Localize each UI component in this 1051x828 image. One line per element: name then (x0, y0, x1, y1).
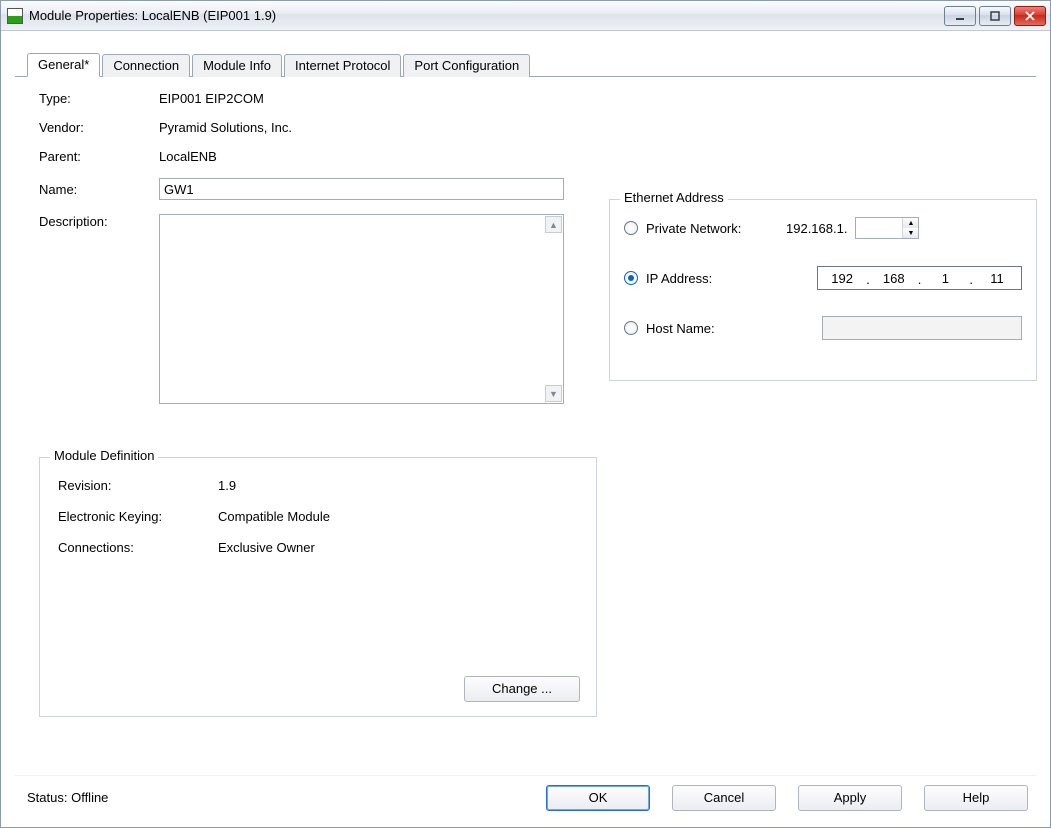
parent-value: LocalENB (159, 149, 217, 164)
description-label: Description: (39, 214, 159, 229)
ip-octet-1[interactable] (818, 267, 866, 289)
name-input[interactable] (159, 178, 564, 200)
radio-ip-address[interactable] (624, 271, 638, 285)
tab-port-configuration[interactable]: Port Configuration (403, 54, 530, 77)
spinner-up-button[interactable]: ▲ (903, 218, 918, 228)
change-button[interactable]: Change ... (464, 676, 580, 702)
private-network-spinner: ▲ ▼ (855, 217, 919, 239)
tab-connection[interactable]: Connection (102, 54, 190, 77)
ethernet-address-legend: Ethernet Address (620, 190, 728, 205)
client-area: General* Connection Module Info Internet… (1, 31, 1050, 827)
general-info: Type: EIP001 EIP2COM Vendor: Pyramid Sol… (39, 91, 599, 418)
tab-strip: General* Connection Module Info Internet… (15, 51, 1036, 77)
electronic-keying-value: Compatible Module (218, 509, 330, 524)
private-network-label: Private Network: (646, 221, 786, 236)
status-text: Status: Offline (23, 790, 524, 805)
name-label: Name: (39, 182, 159, 197)
tab-general[interactable]: General* (27, 53, 100, 77)
connections-value: Exclusive Owner (218, 540, 315, 555)
spinner-down-button[interactable]: ▼ (903, 228, 918, 238)
vendor-value: Pyramid Solutions, Inc. (159, 120, 292, 135)
parent-label: Parent: (39, 149, 159, 164)
dialog-footer: Status: Offline OK Cancel Apply Help (15, 775, 1036, 819)
module-properties-window: Module Properties: LocalENB (EIP001 1.9)… (0, 0, 1051, 828)
maximize-icon (990, 11, 1000, 21)
module-definition-group: Module Definition Revision: 1.9 Electron… (39, 457, 597, 717)
help-button[interactable]: Help (924, 785, 1028, 811)
close-button[interactable] (1014, 6, 1046, 26)
revision-value: 1.9 (218, 478, 236, 493)
description-field-wrap: ▲ ▼ (159, 214, 564, 404)
type-value: EIP001 EIP2COM (159, 91, 264, 106)
tab-body: Type: EIP001 EIP2COM Vendor: Pyramid Sol… (15, 77, 1036, 775)
radio-private-network[interactable] (624, 221, 638, 235)
ip-octet-4[interactable] (973, 267, 1021, 289)
ok-button[interactable]: OK (546, 785, 650, 811)
window-buttons (944, 6, 1046, 26)
close-icon (1025, 11, 1035, 21)
private-network-octet-input[interactable] (856, 218, 902, 238)
host-name-input[interactable] (822, 316, 1022, 340)
ip-address-field: . . . (817, 266, 1022, 290)
description-textarea[interactable] (160, 215, 545, 403)
scroll-down-button[interactable]: ▼ (545, 385, 562, 402)
tab-module-info[interactable]: Module Info (192, 54, 282, 77)
minimize-icon (955, 11, 965, 21)
electronic-keying-label: Electronic Keying: (58, 509, 218, 524)
revision-label: Revision: (58, 478, 218, 493)
scroll-up-button[interactable]: ▲ (545, 216, 562, 233)
ethernet-address-group: Ethernet Address Private Network: 192.16… (609, 199, 1037, 381)
titlebar: Module Properties: LocalENB (EIP001 1.9) (1, 1, 1050, 31)
vendor-label: Vendor: (39, 120, 159, 135)
tab-internet-protocol[interactable]: Internet Protocol (284, 54, 401, 77)
app-icon (7, 8, 23, 24)
minimize-button[interactable] (944, 6, 976, 26)
module-definition-legend: Module Definition (50, 448, 158, 463)
host-name-label: Host Name: (646, 321, 786, 336)
window-title: Module Properties: LocalENB (EIP001 1.9) (29, 8, 944, 23)
apply-button[interactable]: Apply (798, 785, 902, 811)
maximize-button[interactable] (979, 6, 1011, 26)
type-label: Type: (39, 91, 159, 106)
ip-octet-3[interactable] (921, 267, 969, 289)
radio-host-name[interactable] (624, 321, 638, 335)
cancel-button[interactable]: Cancel (672, 785, 776, 811)
description-scrollbar: ▲ ▼ (545, 216, 562, 402)
ip-octet-2[interactable] (870, 267, 918, 289)
ip-address-label: IP Address: (646, 271, 786, 286)
connections-label: Connections: (58, 540, 218, 555)
private-network-prefix: 192.168.1. (786, 221, 847, 236)
